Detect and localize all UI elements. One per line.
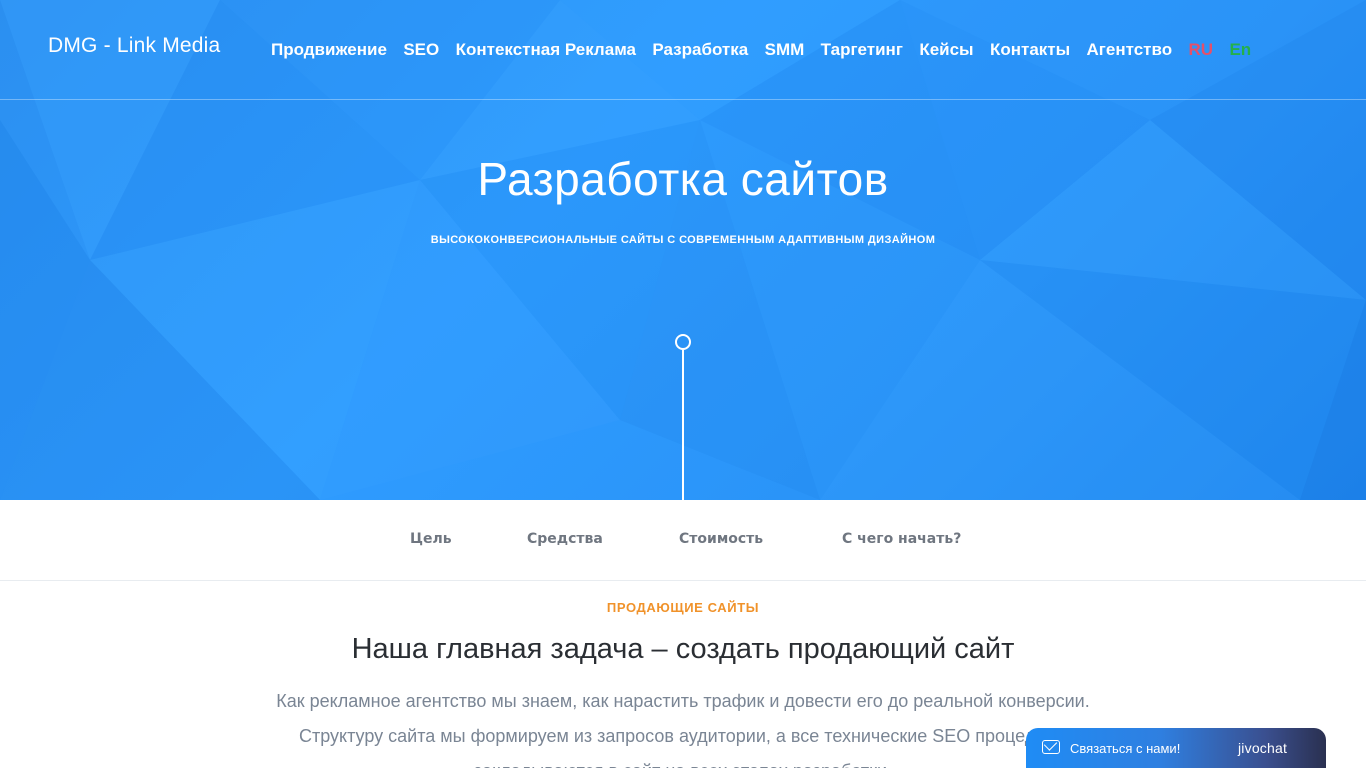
section-nav-goal[interactable]: Цель [410, 531, 452, 547]
nav-item-seo[interactable]: SEO [403, 40, 439, 60]
hero-subtitle: ВЫСОКОКОНВЕРСИОНАЛЬНЫЕ САЙТЫ С СОВРЕМЕНН… [430, 234, 936, 246]
section-tag: ПРОДАЮЩИЕ САЙТЫ [606, 600, 760, 615]
section-nav-cost[interactable]: Стоимость [679, 531, 763, 547]
section-text: Как рекламное агентство мы знаем, как на… [276, 691, 1090, 768]
nav-item-context-ads[interactable]: Контекстная Реклама [456, 40, 636, 60]
site-logo[interactable]: DMG - Link Media [48, 34, 220, 58]
lang-ru-link[interactable]: RU [1189, 40, 1214, 60]
nav-item-targeting[interactable]: Таргетинг [821, 40, 903, 60]
chat-widget[interactable]: Связаться с нами! jivochat [1026, 728, 1326, 768]
chat-brand: jivochat [1238, 740, 1288, 756]
nav-item-contacts[interactable]: Контакты [990, 40, 1070, 60]
main-nav: Продвижение SEO Контекстная Реклама Разр… [271, 40, 1251, 60]
chat-label[interactable]: Связаться с нами! [1070, 741, 1180, 756]
envelope-icon [1042, 740, 1060, 754]
section-title: Наша главная задача – создать продающий … [351, 633, 1015, 665]
section-nav-start[interactable]: С чего начать? [842, 531, 961, 547]
scroll-indicator-line [682, 350, 684, 500]
lang-en-link[interactable]: En [1229, 40, 1251, 60]
nav-item-agency[interactable]: Агентство [1087, 40, 1173, 60]
scroll-indicator-icon[interactable] [675, 334, 691, 350]
top-bar: DMG - Link Media Продвижение SEO Контекс… [0, 0, 1366, 100]
hero-title: Разработка сайтов [477, 153, 889, 205]
hero-banner: DMG - Link Media Продвижение SEO Контекс… [0, 0, 1366, 500]
nav-item-promotion[interactable]: Продвижение [271, 40, 387, 60]
nav-item-cases[interactable]: Кейсы [919, 40, 973, 60]
nav-item-development[interactable]: Разработка [652, 40, 748, 60]
nav-item-smm[interactable]: SMM [765, 40, 805, 60]
section-nav-means[interactable]: Средства [527, 531, 603, 547]
section-nav: Цель Средства Стоимость С чего начать? [0, 500, 1366, 581]
